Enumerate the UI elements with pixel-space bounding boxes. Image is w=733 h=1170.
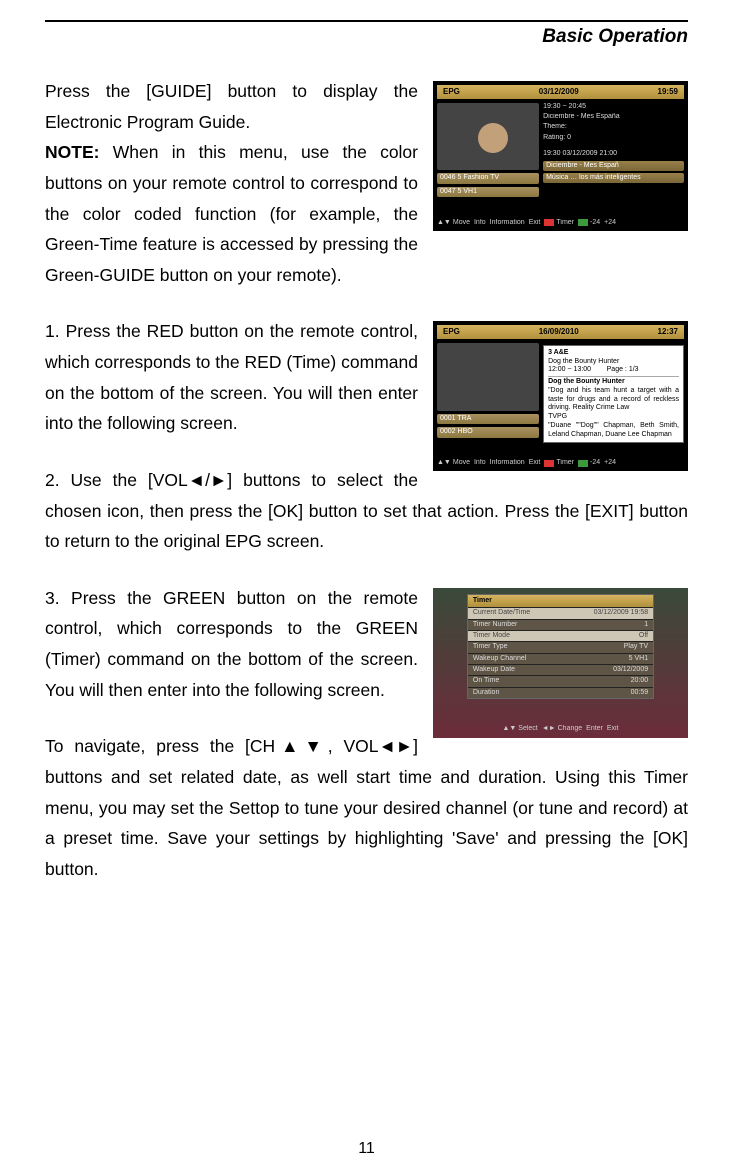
timer-row-ontime: On Time20:00 (468, 675, 653, 686)
epg-right-col: 19:30 ~ 20:45 Diciembre - Mes España The… (543, 103, 684, 216)
epg-left-col: 0046 5 Fashion TV 0047 5 VH1 (437, 103, 539, 216)
epg-right-col: 3 A&E Dog the Bounty Hunter 12:00 ~ 13:0… (543, 343, 684, 456)
epg-date: 03/12/2009 (539, 87, 579, 97)
channel-row: 0001 TRA (437, 414, 539, 424)
foot-move: ▲▼ Move (437, 219, 470, 227)
info-theme: Theme: (543, 123, 684, 131)
epg-date: 16/09/2010 (539, 327, 579, 337)
page-number: 11 (0, 1140, 733, 1158)
foot-info: Info (474, 219, 486, 227)
foot-enter: Enter (586, 725, 603, 733)
foot-timer: Timer (544, 219, 574, 227)
preview-thumbnail (437, 343, 539, 411)
epg-clock: 19:59 (658, 87, 678, 97)
popup-channel: 3 A&E (548, 349, 679, 358)
epg-footer: ▲▼ Move Info Information Exit Timer -24 … (437, 459, 684, 467)
foot-exit: Exit (529, 459, 541, 467)
epg-main-area: 0001 TRA 0002 HBO 3 A&E Dog the Bounty H… (437, 343, 684, 456)
section-3: Timer Current Date/Time03/12/2009 19:58 … (45, 583, 688, 885)
epg-title: EPG (443, 87, 460, 97)
foot-info: Info (474, 459, 486, 467)
info-popup: 3 A&E Dog the Bounty Hunter 12:00 ~ 13:0… (543, 345, 684, 444)
grid-row: Música … los más inteligentes (543, 173, 684, 183)
foot-infotext: Information (490, 459, 525, 467)
foot-exit: Exit (529, 219, 541, 227)
timer-row-duration: Duration00:59 (468, 687, 653, 698)
section-1: EPG 03/12/2009 19:59 0046 5 Fashion TV 0… (45, 76, 688, 290)
preview-thumbnail (437, 103, 539, 171)
timer-row-channel: Wakeup Channel5 VH1 (468, 653, 653, 664)
info-time: 19:30 ~ 20:45 (543, 103, 684, 111)
timer-row-number: Timer Number1 (468, 619, 653, 630)
foot-move: ▲▼ Move (437, 459, 470, 467)
section-2: EPG 16/09/2010 12:37 0001 TRA 0002 HBO (45, 316, 688, 556)
timer-row-datetime: Current Date/Time03/12/2009 19:58 (468, 607, 653, 618)
figure-timer-menu: Timer Current Date/Time03/12/2009 19:58 … (433, 588, 688, 738)
info-program: Diciembre - Mes España (543, 113, 684, 121)
grid-row: Diciembre - Mes Españ (543, 161, 684, 171)
epg-title-bar: EPG 16/09/2010 12:37 (437, 325, 684, 339)
foot-timer: Timer (544, 459, 574, 467)
red-dot-icon (544, 460, 554, 467)
info-rating: Rating: 0 (543, 134, 684, 142)
green-dot-icon (578, 460, 588, 467)
foot-infotext: Information (490, 219, 525, 227)
paragraph: 2. Use the [VOL◄/►] buttons to select th… (45, 465, 688, 557)
epg-panel: EPG 03/12/2009 19:59 0046 5 Fashion TV 0… (437, 85, 684, 227)
channel-row: 0002 HBO (437, 427, 539, 437)
channel-row: 0046 5 Fashion TV (437, 173, 539, 183)
timer-footer: ▲▼ Select ◄► Change Enter Exit (437, 725, 684, 733)
green-dot-icon (578, 219, 588, 226)
timer-heading: Timer (468, 595, 653, 607)
foot-change: ◄► Change (542, 725, 582, 733)
red-dot-icon (544, 219, 554, 226)
header-rule (45, 20, 688, 22)
epg-panel: EPG 16/09/2010 12:37 0001 TRA 0002 HBO (437, 325, 684, 467)
epg-main-area: 0046 5 Fashion TV 0047 5 VH1 19:30 ~ 20:… (437, 103, 684, 216)
foot-plus24: +24 (604, 459, 616, 467)
epg-title: EPG (443, 327, 460, 337)
foot-minus24: -24 (578, 459, 600, 467)
page: Basic Operation EPG 03/12/2009 19:59 (0, 0, 733, 1170)
popup-time-page: 12:00 ~ 13:00 Page : 1/3 (548, 366, 679, 375)
figure-epg-main: EPG 03/12/2009 19:59 0046 5 Fashion TV 0… (433, 81, 688, 231)
note-label: NOTE: (45, 142, 99, 162)
paragraph: To navigate, press the [CH▲▼, VOL◄►] but… (45, 731, 688, 884)
popup-body: Dog the Bounty Hunter "Dog and his team … (548, 376, 679, 439)
channel-row: 0047 5 VH1 (437, 187, 539, 197)
figure-epg-detail: EPG 16/09/2010 12:37 0001 TRA 0002 HBO (433, 321, 688, 471)
timer-row-type: Timer TypePlay TV (468, 641, 653, 652)
epg-footer: ▲▼ Move Info Information Exit Timer -24 … (437, 219, 684, 227)
timer-row-mode: Timer ModeOff (468, 630, 653, 641)
face-icon (478, 123, 508, 153)
epg-title-bar: EPG 03/12/2009 19:59 (437, 85, 684, 99)
foot-exit: Exit (607, 725, 619, 733)
timer-popup: Timer Current Date/Time03/12/2009 19:58 … (467, 594, 654, 700)
section-heading: Basic Operation (45, 26, 688, 48)
epg-left-col: 0001 TRA 0002 HBO (437, 343, 539, 456)
timer-row-wakeup-date: Wakeup Date03/12/2009 (468, 664, 653, 675)
foot-plus24: +24 (604, 219, 616, 227)
epg-clock: 12:37 (658, 327, 678, 337)
foot-select: ▲▼ Select (502, 725, 537, 733)
foot-minus24: -24 (578, 219, 600, 227)
popup-program: Dog the Bounty Hunter (548, 358, 679, 367)
timer-content: Timer Current Date/Time03/12/2009 19:58 … (437, 592, 684, 734)
schedule-line: 19:30 03/12/2009 21:00 (543, 150, 684, 158)
body-content: EPG 03/12/2009 19:59 0046 5 Fashion TV 0… (45, 76, 688, 884)
